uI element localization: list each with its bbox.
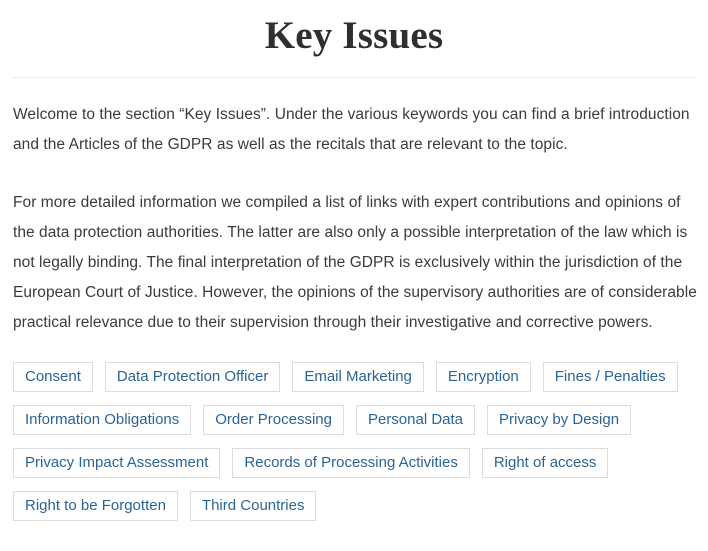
keyword-row: Consent Data Protection Officer Email Ma… xyxy=(13,362,697,392)
keyword-list: Consent Data Protection Officer Email Ma… xyxy=(0,338,708,521)
keyword-chip-privacy-impact-assessment[interactable]: Privacy Impact Assessment xyxy=(13,448,221,478)
keyword-chip-email-marketing[interactable]: Email Marketing xyxy=(292,362,424,392)
keyword-chip-privacy-by-design[interactable]: Privacy by Design xyxy=(487,405,632,435)
keyword-chip-consent[interactable]: Consent xyxy=(13,362,93,392)
keyword-row: Information Obligations Order Processing… xyxy=(13,405,697,435)
intro-paragraph: Welcome to the section “Key Issues”. Und… xyxy=(13,106,690,153)
keyword-chip-data-protection-officer[interactable]: Data Protection Officer xyxy=(104,362,281,392)
keyword-row: Right to be Forgotten Third Countries xyxy=(13,491,697,521)
details-paragraph: For more detailed information we compile… xyxy=(13,194,697,331)
keyword-chip-encryption[interactable]: Encryption xyxy=(435,362,531,392)
keyword-chip-third-countries[interactable]: Third Countries xyxy=(189,491,317,521)
keyword-row: Privacy Impact Assessment Records of Pro… xyxy=(13,448,697,478)
page-title: Key Issues xyxy=(264,14,444,57)
keyword-chip-fines-penalties[interactable]: Fines / Penalties xyxy=(542,362,678,392)
keyword-chip-right-to-be-forgotten[interactable]: Right to be Forgotten xyxy=(13,491,178,521)
keyword-chip-information-obligations[interactable]: Information Obligations xyxy=(13,405,192,435)
key-issues-page: Key Issues Welcome to the section “Key I… xyxy=(0,0,708,551)
keyword-chip-personal-data[interactable]: Personal Data xyxy=(355,405,476,435)
intro-content: Welcome to the section “Key Issues”. Und… xyxy=(0,78,708,338)
keyword-chip-right-of-access[interactable]: Right of access xyxy=(481,448,609,478)
keyword-chip-order-processing[interactable]: Order Processing xyxy=(203,405,344,435)
keyword-chip-records-of-processing-activities[interactable]: Records of Processing Activities xyxy=(232,448,470,478)
